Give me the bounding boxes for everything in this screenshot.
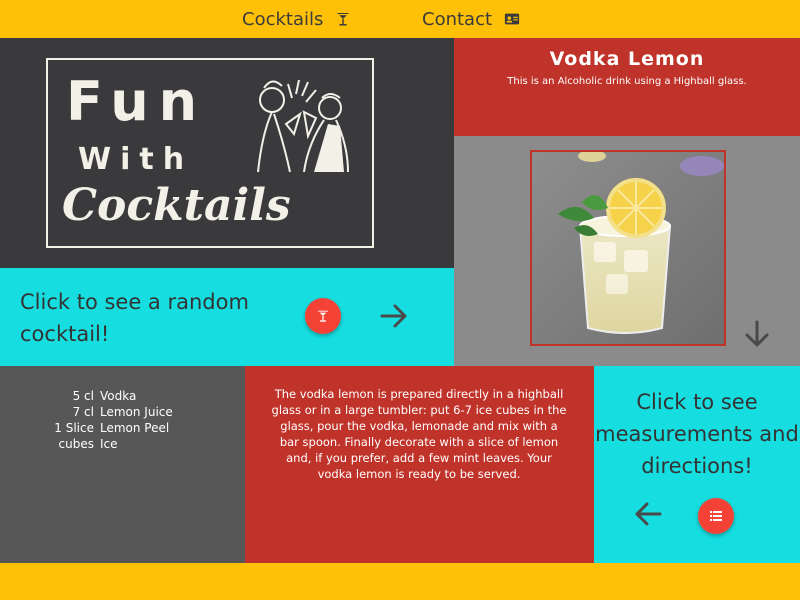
nav-cocktails-label: Cocktails — [242, 8, 324, 30]
id-card-icon — [504, 11, 520, 27]
random-cocktail-panel: Click to see a random cocktail! — [0, 268, 454, 366]
logo-line-fun: Fun — [66, 70, 208, 133]
ingredient-row: cubes Ice — [54, 436, 173, 452]
top-nav: Cocktails Contact — [0, 0, 800, 38]
vodka-lemon-photo — [532, 152, 724, 344]
list-icon — [710, 510, 722, 522]
martini-glass-icon — [316, 309, 330, 323]
drink-photo — [530, 150, 726, 346]
arrow-down-icon[interactable] — [741, 318, 773, 350]
ingredient-amount: 5 cl — [72, 389, 94, 403]
logo-panel: Fun With Cocktails — [0, 38, 454, 268]
drink-subtitle: This is an Alcoholic drink using a Highb… — [507, 76, 747, 87]
arrow-left-icon[interactable] — [632, 498, 664, 530]
fun-with-cocktails-logo: Fun With Cocktails — [46, 58, 374, 248]
ingredient-amount: 7 cl — [72, 405, 94, 419]
drink-name: Vodka Lemon — [549, 48, 705, 70]
drink-image-panel — [454, 136, 800, 366]
directions-panel: The vodka lemon is prepared directly in … — [245, 366, 594, 563]
random-cocktail-text: Click to see a random cocktail! — [20, 290, 249, 346]
footer-bar — [0, 563, 800, 600]
nav-contact-label: Contact — [422, 8, 493, 30]
ingredient-name: Vodka — [100, 389, 137, 403]
arrow-right-icon[interactable] — [378, 300, 410, 332]
ingredient-name: Lemon Peel — [100, 421, 170, 435]
ingredient-row: 7 cl Lemon Juice — [54, 404, 173, 420]
ingredient-amount: cubes — [58, 437, 94, 451]
toasting-couple-illustration — [257, 79, 349, 173]
directions-text: The vodka lemon is prepared directly in … — [271, 387, 567, 481]
random-cocktail-button[interactable] — [305, 298, 341, 334]
ingredient-row: 5 cl Vodka — [54, 388, 173, 404]
drink-title-panel: Vodka Lemon This is an Alcoholic drink u… — [454, 38, 800, 136]
ingredients-panel: 5 cl Vodka 7 cl Lemon Juice 1 Slice Lemo… — [0, 366, 245, 563]
martini-glass-icon — [335, 11, 351, 27]
nav-contact-link[interactable]: Contact — [422, 0, 520, 38]
measurements-text: Click to see measurements and directions… — [595, 390, 799, 478]
measurements-panel: Click to see measurements and directions… — [594, 366, 800, 563]
logo-line-with: With — [78, 142, 194, 177]
ingredient-list: 5 cl Vodka 7 cl Lemon Juice 1 Slice Lemo… — [54, 388, 173, 452]
ingredient-row: 1 Slice Lemon Peel — [54, 420, 173, 436]
nav-cocktails-link[interactable]: Cocktails — [242, 0, 351, 38]
measurements-button[interactable] — [698, 498, 734, 534]
logo-line-cocktails: Cocktails — [62, 180, 291, 231]
ingredient-name: Lemon Juice — [100, 405, 173, 419]
ingredient-name: Ice — [100, 437, 118, 451]
ingredient-amount: 1 Slice — [54, 421, 94, 435]
